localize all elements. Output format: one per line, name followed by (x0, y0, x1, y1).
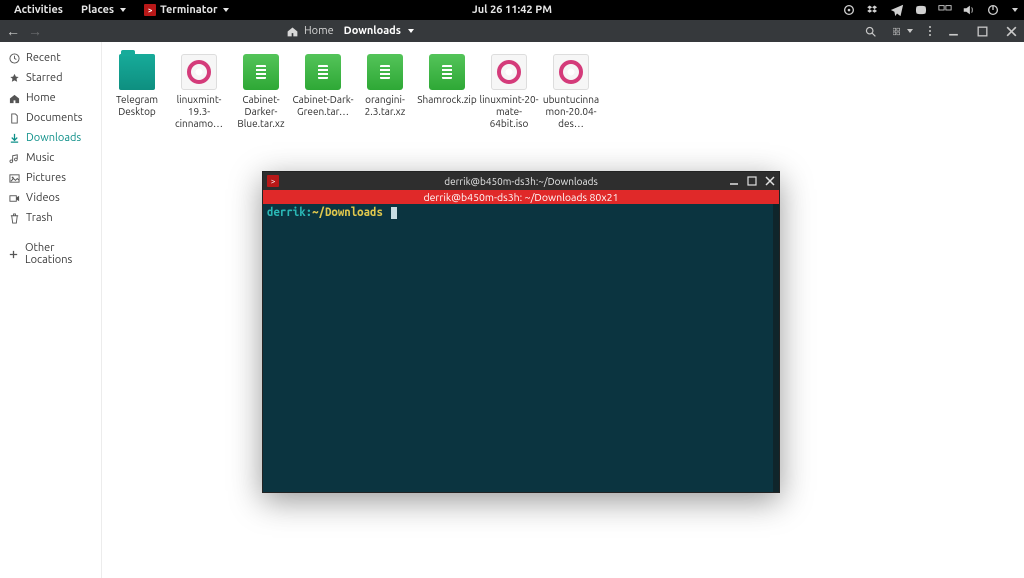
folder-icon (119, 54, 155, 90)
terminal-body[interactable]: derrik:~/Downloads (263, 204, 779, 492)
file-name: ubuntucinnamon-20.04-des… (540, 94, 602, 130)
workspace-icon[interactable] (938, 3, 952, 17)
archive-icon (367, 54, 403, 90)
download-icon (8, 132, 20, 144)
view-toggle-icon[interactable] (893, 25, 913, 38)
home-icon (286, 25, 299, 38)
archive-icon (305, 54, 341, 90)
file-name: Cabinet-Darker-Blue.tar.xz (230, 94, 292, 130)
path-home[interactable]: Home (286, 25, 334, 38)
nav-back-button[interactable]: ← (6, 23, 20, 39)
path-downloads[interactable]: Downloads (344, 25, 414, 37)
close-icon[interactable] (1005, 25, 1018, 38)
places-menu[interactable]: Places (73, 4, 134, 16)
star-icon (8, 72, 20, 84)
sidebar-downloads[interactable]: Downloads (0, 128, 101, 148)
sidebar-music[interactable]: Music (0, 148, 101, 168)
sidebar-home[interactable]: Home (0, 88, 101, 108)
files-toolbar: ← → Home Downloads (0, 20, 1024, 42)
maximize-icon[interactable] (976, 25, 989, 38)
status-tray (842, 3, 1018, 17)
file-name: linuxmint-19.3-cinnamo… (168, 94, 230, 130)
chevron-down-icon (408, 29, 414, 33)
file-item[interactable]: Telegram Desktop (106, 54, 168, 130)
terminator-window[interactable]: > derrik@b450m-ds3h:~/Downloads derrik@b… (262, 171, 780, 493)
chevron-down-icon[interactable] (1012, 8, 1018, 12)
trash-icon (8, 212, 20, 224)
activities-button[interactable]: Activities (6, 4, 71, 16)
archive-icon (429, 54, 465, 90)
search-icon[interactable] (864, 25, 877, 38)
clock-icon (8, 52, 20, 64)
active-app-menu[interactable]: > Terminator (136, 4, 237, 16)
file-name: orangini-2.3.tar.xz (354, 94, 416, 118)
sidebar-recent[interactable]: Recent (0, 48, 101, 68)
file-name: Shamrock.zip (416, 94, 478, 106)
file-item[interactable]: Cabinet-Dark-Green.tar… (292, 54, 354, 130)
nav-forward-button: → (28, 23, 42, 39)
discord-icon[interactable] (914, 3, 928, 17)
file-name: Cabinet-Dark-Green.tar… (292, 94, 354, 118)
file-name: Telegram Desktop (106, 94, 168, 118)
sidebar-documents[interactable]: Documents (0, 108, 101, 128)
hamburger-menu-icon[interactable] (929, 26, 931, 36)
terminal-tab-label[interactable]: derrik@b450m-ds3h: ~/Downloads 80x21 (263, 190, 779, 204)
minimize-icon[interactable] (729, 176, 739, 186)
telegram-icon[interactable] (890, 3, 904, 17)
file-item[interactable]: linuxmint-20-mate-64bit.iso (478, 54, 540, 130)
terminator-icon: > (267, 175, 279, 187)
file-name: linuxmint-20-mate-64bit.iso (478, 94, 540, 130)
pictures-icon (8, 172, 20, 184)
terminator-icon: > (144, 4, 156, 16)
file-item[interactable]: ubuntucinnamon-20.04-des… (540, 54, 602, 130)
music-icon (8, 152, 20, 164)
places-label: Places (81, 4, 114, 16)
active-app-label: Terminator (160, 4, 217, 16)
terminal-title: derrik@b450m-ds3h:~/Downloads (444, 176, 598, 187)
iso-icon (491, 54, 527, 90)
home-icon (8, 92, 20, 104)
videos-icon (8, 192, 20, 204)
path-bar: Home Downloads (286, 25, 414, 38)
gnome-top-bar: Activities Places > Terminator Jul 26 11… (0, 0, 1024, 20)
minimize-icon[interactable] (947, 25, 960, 38)
prompt-user: derrik: (267, 206, 312, 219)
volume-icon[interactable] (962, 3, 976, 17)
iso-icon (181, 54, 217, 90)
terminal-cursor (391, 207, 397, 219)
documents-icon (8, 112, 20, 124)
chevron-down-icon (120, 8, 126, 12)
power-icon[interactable] (986, 3, 1000, 17)
tray-icon-1[interactable] (842, 3, 856, 17)
terminal-scrollbar[interactable] (773, 204, 779, 492)
file-item[interactable]: orangini-2.3.tar.xz (354, 54, 416, 130)
maximize-icon[interactable] (747, 176, 757, 186)
file-item[interactable]: Shamrock.zip (416, 54, 478, 130)
dropbox-icon[interactable] (866, 3, 880, 17)
files-sidebar: Recent Starred Home Documents Downloads … (0, 42, 102, 578)
file-item[interactable]: Cabinet-Darker-Blue.tar.xz (230, 54, 292, 130)
close-icon[interactable] (765, 176, 775, 186)
clock[interactable]: Jul 26 11:42 PM (472, 4, 552, 16)
sidebar-trash[interactable]: Trash (0, 208, 101, 228)
archive-icon (243, 54, 279, 90)
sidebar-starred[interactable]: Starred (0, 68, 101, 88)
iso-icon (553, 54, 589, 90)
sidebar-videos[interactable]: Videos (0, 188, 101, 208)
terminal-titlebar[interactable]: > derrik@b450m-ds3h:~/Downloads (263, 172, 779, 190)
sidebar-other-locations[interactable]: Other Locations (0, 238, 101, 270)
prompt-path: ~/Downloads (312, 206, 383, 219)
chevron-down-icon (223, 8, 229, 12)
plus-icon (8, 248, 19, 260)
terminal-prompt: derrik:~/Downloads (267, 206, 389, 219)
sidebar-pictures[interactable]: Pictures (0, 168, 101, 188)
file-item[interactable]: linuxmint-19.3-cinnamo… (168, 54, 230, 130)
